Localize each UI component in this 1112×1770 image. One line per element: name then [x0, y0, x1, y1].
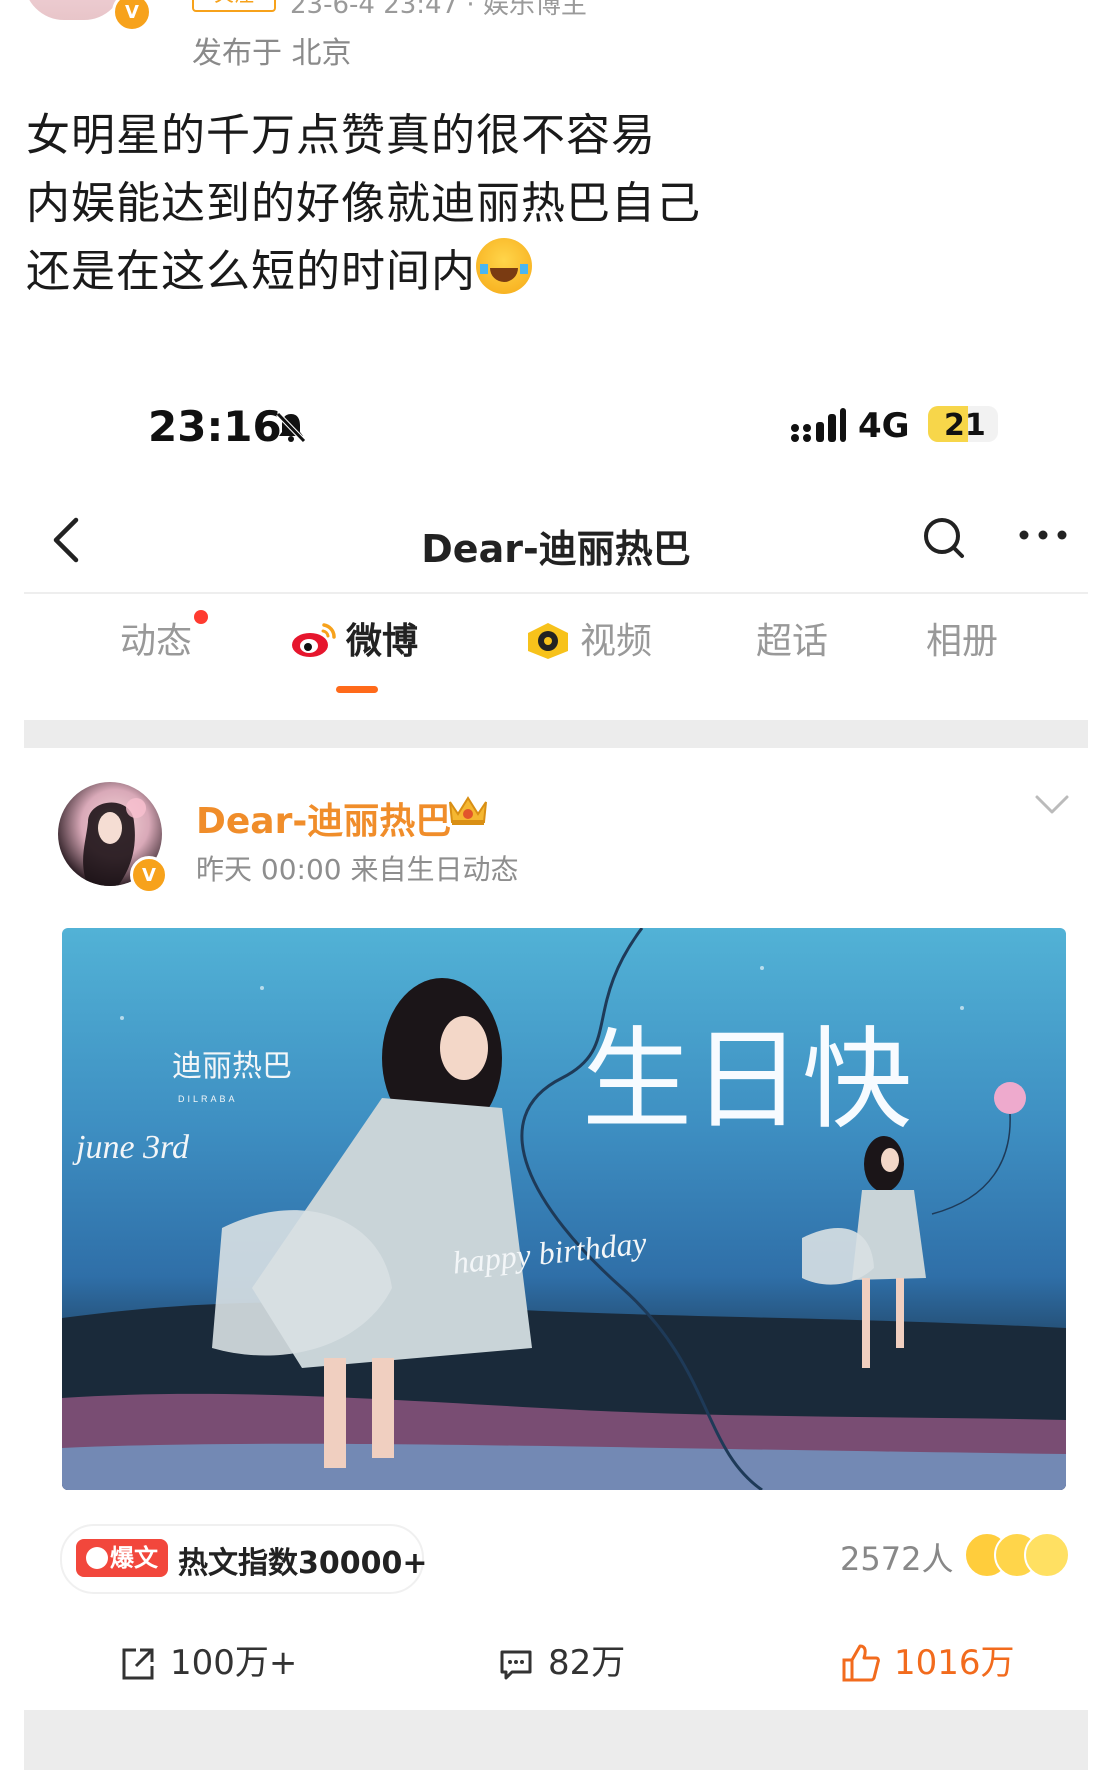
post-action-bar: 100万+ 82万 1016万: [24, 1628, 1088, 1708]
post-text-line: 女明星的千万点赞真的很不容易: [26, 110, 656, 161]
active-tab-indicator: [336, 686, 378, 693]
outer-post-meta: 23-6-4 23:47 · 娱乐博主: [290, 0, 587, 20]
follow-button[interactable]: 关注: [192, 0, 276, 12]
nav-divider: [24, 592, 1088, 594]
post-meta: 昨天 00:00 来自生日动态: [196, 853, 519, 886]
comment-button[interactable]: 82万: [498, 1628, 625, 1698]
section-divider: [24, 720, 1088, 748]
comment-icon: [500, 1650, 532, 1680]
reactors-count[interactable]: 2572人: [840, 1534, 953, 1580]
poster-name-cn: 迪丽热巴: [172, 1050, 292, 1083]
hot-index-text: 热文指数30000+: [178, 1546, 428, 1581]
weibo-icon: [292, 623, 336, 657]
section-divider: [24, 1710, 1088, 1770]
video-icon: [528, 623, 568, 659]
post-image[interactable]: 迪丽热巴 DILRABA june 3rd 生日快 happy birthday: [62, 928, 1066, 1490]
hot-article-badge: 爆文: [76, 1539, 168, 1577]
outer-avatar[interactable]: [24, 0, 124, 20]
share-button[interactable]: 100万+: [120, 1628, 297, 1698]
battery-indicator: 21: [928, 406, 998, 443]
post-text-line: 还是在这么短的时间内: [26, 238, 701, 306]
hot-index-pill[interactable]: 爆文 热文指数30000+: [60, 1524, 428, 1594]
tab-weibo[interactable]: 微博: [290, 612, 418, 672]
tab-album[interactable]: 相册: [926, 612, 998, 672]
poster-date: june 3rd: [72, 1129, 190, 1166]
outer-post-text: 女明星的千万点赞真的很不容易 内娱能达到的好像就迪丽热巴自己 还是在这么短的时间…: [26, 102, 701, 306]
status-time: 23:16: [148, 402, 282, 451]
crown-icon: [449, 796, 487, 825]
tab-super-topic[interactable]: 超话: [756, 612, 828, 672]
network-type: 4G: [858, 406, 910, 446]
poster-headline: 生日快: [582, 1016, 912, 1144]
verified-badge-icon: V: [130, 856, 168, 894]
outer-post-location: 发布于 北京: [192, 36, 352, 71]
tab-video[interactable]: 视频: [524, 612, 652, 672]
surprised-emoji-icon: [1024, 1532, 1070, 1578]
bell-muted-icon: [276, 412, 306, 443]
post-text-line: 内娱能达到的好像就迪丽热巴自己: [26, 178, 701, 229]
profile-tabs: 动态 微博 视频 超话 相册: [24, 610, 1088, 702]
battery-level: 21: [944, 408, 986, 443]
like-button[interactable]: 1016万: [840, 1628, 1015, 1698]
flame-icon: [86, 1547, 108, 1569]
verified-badge-icon: V: [112, 0, 152, 32]
laughing-tears-emoji-icon: [476, 238, 532, 294]
notification-dot: [194, 610, 208, 624]
birthday-poster: 迪丽热巴 DILRABA june 3rd 生日快 happy birthday: [62, 928, 1066, 1490]
search-icon[interactable]: [920, 514, 968, 562]
thumbs-up-icon: [842, 1644, 880, 1682]
author-name[interactable]: Dear-迪丽热巴: [196, 792, 451, 844]
signal-icon: [791, 408, 846, 442]
more-options-icon[interactable]: [1018, 522, 1068, 548]
share-icon: [122, 1648, 154, 1680]
poster-name-en: DILRABA: [178, 1094, 238, 1104]
chevron-down-icon[interactable]: [1034, 794, 1070, 816]
tab-dynamics[interactable]: 动态: [120, 610, 208, 672]
reaction-emojis[interactable]: [964, 1532, 1074, 1578]
